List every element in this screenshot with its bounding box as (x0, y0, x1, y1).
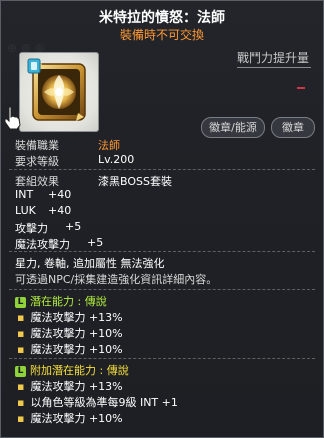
stat-label: LUK (15, 204, 36, 217)
additional-potential-line-1: ▪ 魔法攻擊力 +13% (17, 378, 123, 394)
stat-value-attack: +5 (65, 220, 82, 233)
bullet-icon: ▪ (17, 311, 25, 324)
set-effect-label: 套組效果 (15, 175, 59, 188)
legendary-rank-badge: L (15, 297, 26, 308)
additional-potential-header: L 附加潛在能力 : 傳說 (15, 362, 129, 378)
stat-value-int: +40 (48, 188, 72, 201)
section-divider (9, 289, 315, 290)
stat-value-magic-attack: +5 (87, 236, 104, 249)
stat-label: 攻擊力 (15, 222, 48, 235)
section-divider (9, 358, 315, 359)
requirement-job-label: 裝備職業 (15, 139, 59, 152)
additional-potential-line-2: ▪ 以角色等級為準每9級 INT +1 (17, 394, 178, 410)
requirement-job-value: 法師 (98, 139, 120, 152)
item-name: 米特拉的憤怒：法師 (99, 10, 225, 26)
potential-label: 潛在能力 : 傳說 (30, 295, 107, 308)
stat-row-int: INT (15, 188, 33, 201)
additional-potential-label: 附加潛在能力 : 傳說 (30, 364, 129, 377)
combat-power-change-indicator (297, 87, 305, 89)
combat-power-divider (237, 67, 311, 68)
pointer-cursor-icon (4, 106, 21, 130)
bullet-icon: ▪ (17, 380, 25, 393)
legendary-rank-badge: L (15, 366, 26, 377)
potential-line-1: ▪ 魔法攻擊力 +13% (17, 309, 123, 325)
stat-row-luk: LUK (15, 204, 36, 217)
potential-line-3: ▪ 魔法攻擊力 +10% (17, 341, 123, 357)
emblem-icon (27, 58, 86, 121)
stat-label: 魔法攻擊力 (15, 238, 70, 251)
trade-restriction: 裝備時不可交換 (119, 28, 204, 42)
set-effect-value: 漆黑BOSS套裝 (98, 175, 172, 188)
bullet-icon: ▪ (17, 343, 25, 356)
stat-row-attack: 攻擊力 (15, 220, 48, 236)
requirement-level-label: 要求等級 (15, 155, 59, 168)
emblem-button[interactable]: 徽章 (271, 117, 315, 138)
additional-potential-text: 以角色等級為準每9級 INT +1 (30, 396, 178, 409)
potential-text: 魔法攻擊力 +10% (30, 327, 123, 340)
stat-value-luk: +40 (48, 204, 72, 217)
section-divider (9, 251, 315, 252)
stat-label: INT (15, 188, 34, 201)
additional-potential-text: 魔法攻擊力 +10% (30, 412, 123, 425)
potential-header: L 潛在能力 : 傳說 (15, 293, 107, 309)
enhance-info-note: 可透過NPC/採集建造強化資訊詳細內容。 (15, 273, 218, 286)
requirement-level-row: 要求等級 (15, 153, 59, 169)
item-icon-frame (19, 52, 99, 132)
bullet-icon: ▪ (17, 412, 25, 425)
additional-potential-line-3: ▪ 魔法攻擊力 +10% (17, 410, 123, 426)
requirement-job-row: 裝備職業 (15, 137, 59, 153)
item-tooltip: ⊕ ⊕ ⊕ 米特拉的憤怒：法師 裝備時不可交換 戰鬥力提升量 徽章/能源 徽章 … (0, 0, 324, 438)
bullet-icon: ▪ (17, 396, 25, 409)
potential-line-2: ▪ 魔法攻擊力 +10% (17, 325, 123, 341)
section-divider (9, 169, 315, 170)
enhance-note: 星力, 卷軸, 追加屬性 無法強化 (15, 257, 165, 270)
potential-text: 魔法攻擊力 +13% (30, 311, 123, 324)
requirement-level-value: Lv.200 (98, 153, 135, 166)
emblem-energy-button[interactable]: 徽章/能源 (201, 117, 265, 138)
bullet-icon: ▪ (17, 327, 25, 340)
stat-row-magic-attack: 魔法攻擊力 (15, 236, 70, 252)
potential-text: 魔法攻擊力 +10% (30, 343, 123, 356)
combat-power-label: 戰鬥力提升量 (237, 51, 310, 65)
additional-potential-text: 魔法攻擊力 +13% (30, 380, 123, 393)
